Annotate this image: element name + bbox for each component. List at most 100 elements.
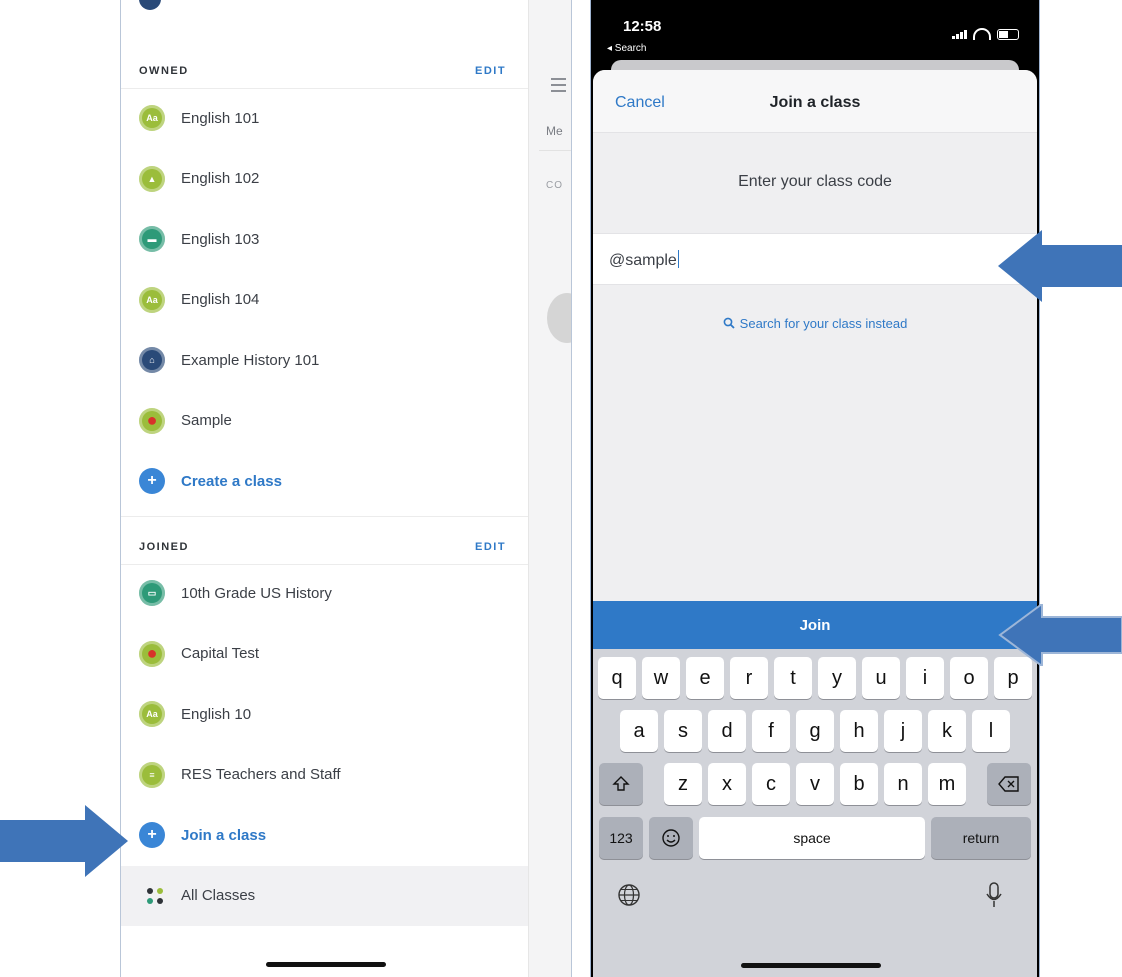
class-item-label: English 101 xyxy=(181,109,260,127)
home-indicator xyxy=(741,963,881,968)
class-item[interactable]: ● Capital Test xyxy=(139,634,519,674)
delete-key[interactable] xyxy=(987,763,1031,805)
all-classes-label: All Classes xyxy=(181,887,256,904)
class-item[interactable]: ▬ English 103 xyxy=(139,219,519,259)
class-item-label: 10th Grade US History xyxy=(181,584,332,602)
joined-edit-button[interactable]: EDIT xyxy=(475,541,506,553)
class-item[interactable]: ▲ English 102 xyxy=(139,159,519,199)
key-m[interactable]: m xyxy=(928,763,966,805)
emoji-key[interactable] xyxy=(649,817,693,859)
key-s[interactable]: s xyxy=(664,710,702,752)
class-item-label: English 103 xyxy=(181,230,260,248)
menu-icon xyxy=(551,78,566,96)
left-phone-screen: OWNED EDIT Aa English 101 ▲ English 102 ▬ Eng… xyxy=(120,0,572,977)
avatar xyxy=(547,293,571,343)
class-item-label: English 102 xyxy=(181,170,260,187)
class-item[interactable]: Aa English 104 xyxy=(139,280,519,320)
arrow-to-join-button xyxy=(998,604,1122,666)
key-n[interactable]: n xyxy=(884,763,922,805)
class-item[interactable]: Aa English 101 xyxy=(139,98,519,138)
text-caret xyxy=(677,250,679,268)
key-b[interactable]: b xyxy=(840,763,878,805)
folder-icon: ▭ xyxy=(139,580,165,606)
class-item-label: Sample xyxy=(181,412,232,429)
status-time: 12:58 xyxy=(623,18,662,35)
key-w[interactable]: w xyxy=(642,657,680,699)
return-key[interactable]: return xyxy=(931,817,1031,859)
join-button[interactable]: Join xyxy=(593,601,1037,649)
search-class-label: Search for your class instead xyxy=(739,316,908,331)
emoji-icon xyxy=(662,829,680,847)
class-code-input[interactable]: @sample xyxy=(593,233,1037,285)
class-item-label: RES Teachers and Staff xyxy=(181,766,341,783)
signal-icon xyxy=(952,29,967,39)
create-class-label: Create a class xyxy=(181,472,282,490)
book-icon: Aa xyxy=(139,286,165,313)
join-class-button[interactable]: + Join a class xyxy=(139,815,519,855)
book-icon: Aa xyxy=(139,701,165,727)
page-title: Join a class xyxy=(769,94,861,111)
create-class-button[interactable]: + Create a class xyxy=(139,461,519,501)
grid-dots-icon xyxy=(147,888,163,904)
globe-icon xyxy=(618,884,640,906)
class-item[interactable]: ● Sample xyxy=(139,401,519,441)
background-section-text: CO xyxy=(546,180,563,191)
key-i[interactable]: i xyxy=(906,657,944,699)
key-q[interactable]: q xyxy=(598,657,636,699)
key-x[interactable]: x xyxy=(708,763,746,805)
backspace-icon xyxy=(998,776,1019,792)
key-t[interactable]: t xyxy=(774,657,812,699)
class-item[interactable]: ≡ RES Teachers and Staff xyxy=(139,755,519,795)
book-icon: Aa xyxy=(139,105,165,131)
apple-icon: ● xyxy=(139,407,165,434)
background-screen: Me CO xyxy=(528,0,571,977)
search-icon xyxy=(723,317,735,329)
key-r[interactable]: r xyxy=(730,657,768,699)
key-y[interactable]: y xyxy=(818,657,856,699)
all-classes-button[interactable]: All Classes xyxy=(121,866,528,926)
key-z[interactable]: z xyxy=(664,763,702,805)
key-a[interactable]: a xyxy=(620,710,658,752)
owned-header: OWNED xyxy=(139,65,189,77)
building-icon: ⌂ xyxy=(139,347,165,373)
key-v[interactable]: v xyxy=(796,763,834,805)
owned-edit-button[interactable]: EDIT xyxy=(475,65,506,77)
microphone-key[interactable] xyxy=(985,881,1003,914)
on-screen-keyboard: qwertyuiop asdfghjkl zxcvbnm 123 space r… xyxy=(593,649,1037,977)
shift-key[interactable] xyxy=(599,763,643,805)
class-item[interactable]: ⌂ Example History 101 xyxy=(139,340,519,380)
space-key[interactable]: space xyxy=(699,817,925,859)
key-g[interactable]: g xyxy=(796,710,834,752)
class-item[interactable]: Aa English 10 xyxy=(139,694,519,734)
flask-icon: ▲ xyxy=(139,165,165,192)
search-class-link[interactable]: Search for your class instead xyxy=(593,316,1037,331)
shift-icon xyxy=(612,776,630,791)
join-class-label: Join a class xyxy=(181,826,267,844)
joined-header: JOINED xyxy=(139,541,189,553)
status-back-link[interactable]: ◂ Search xyxy=(607,43,646,54)
microphone-icon xyxy=(986,882,1002,907)
class-item[interactable]: ▭ 10th Grade US History xyxy=(139,573,519,613)
key-o[interactable]: o xyxy=(950,657,988,699)
key-l[interactable]: l xyxy=(972,710,1010,752)
home-indicator xyxy=(266,962,386,967)
class-code-prompt: Enter your class code xyxy=(738,173,892,190)
nav-bar: Cancel Join a class xyxy=(593,70,1037,133)
background-tab-text: Me xyxy=(546,124,563,138)
key-u[interactable]: u xyxy=(862,657,900,699)
apple-icon: ● xyxy=(139,640,165,667)
join-class-sheet: Cancel Join a class Enter your class cod… xyxy=(593,70,1037,977)
key-h[interactable]: h xyxy=(840,710,878,752)
key-d[interactable]: d xyxy=(708,710,746,752)
numbers-key[interactable]: 123 xyxy=(599,817,643,859)
status-icons xyxy=(952,28,1019,40)
key-c[interactable]: c xyxy=(752,763,790,805)
globe-key[interactable] xyxy=(617,883,641,912)
class-item-label: English 104 xyxy=(181,291,260,308)
key-f[interactable]: f xyxy=(752,710,790,752)
computer-icon: ▬ xyxy=(139,226,165,252)
divider xyxy=(121,564,528,565)
key-k[interactable]: k xyxy=(928,710,966,752)
key-e[interactable]: e xyxy=(686,657,724,699)
key-j[interactable]: j xyxy=(884,710,922,752)
